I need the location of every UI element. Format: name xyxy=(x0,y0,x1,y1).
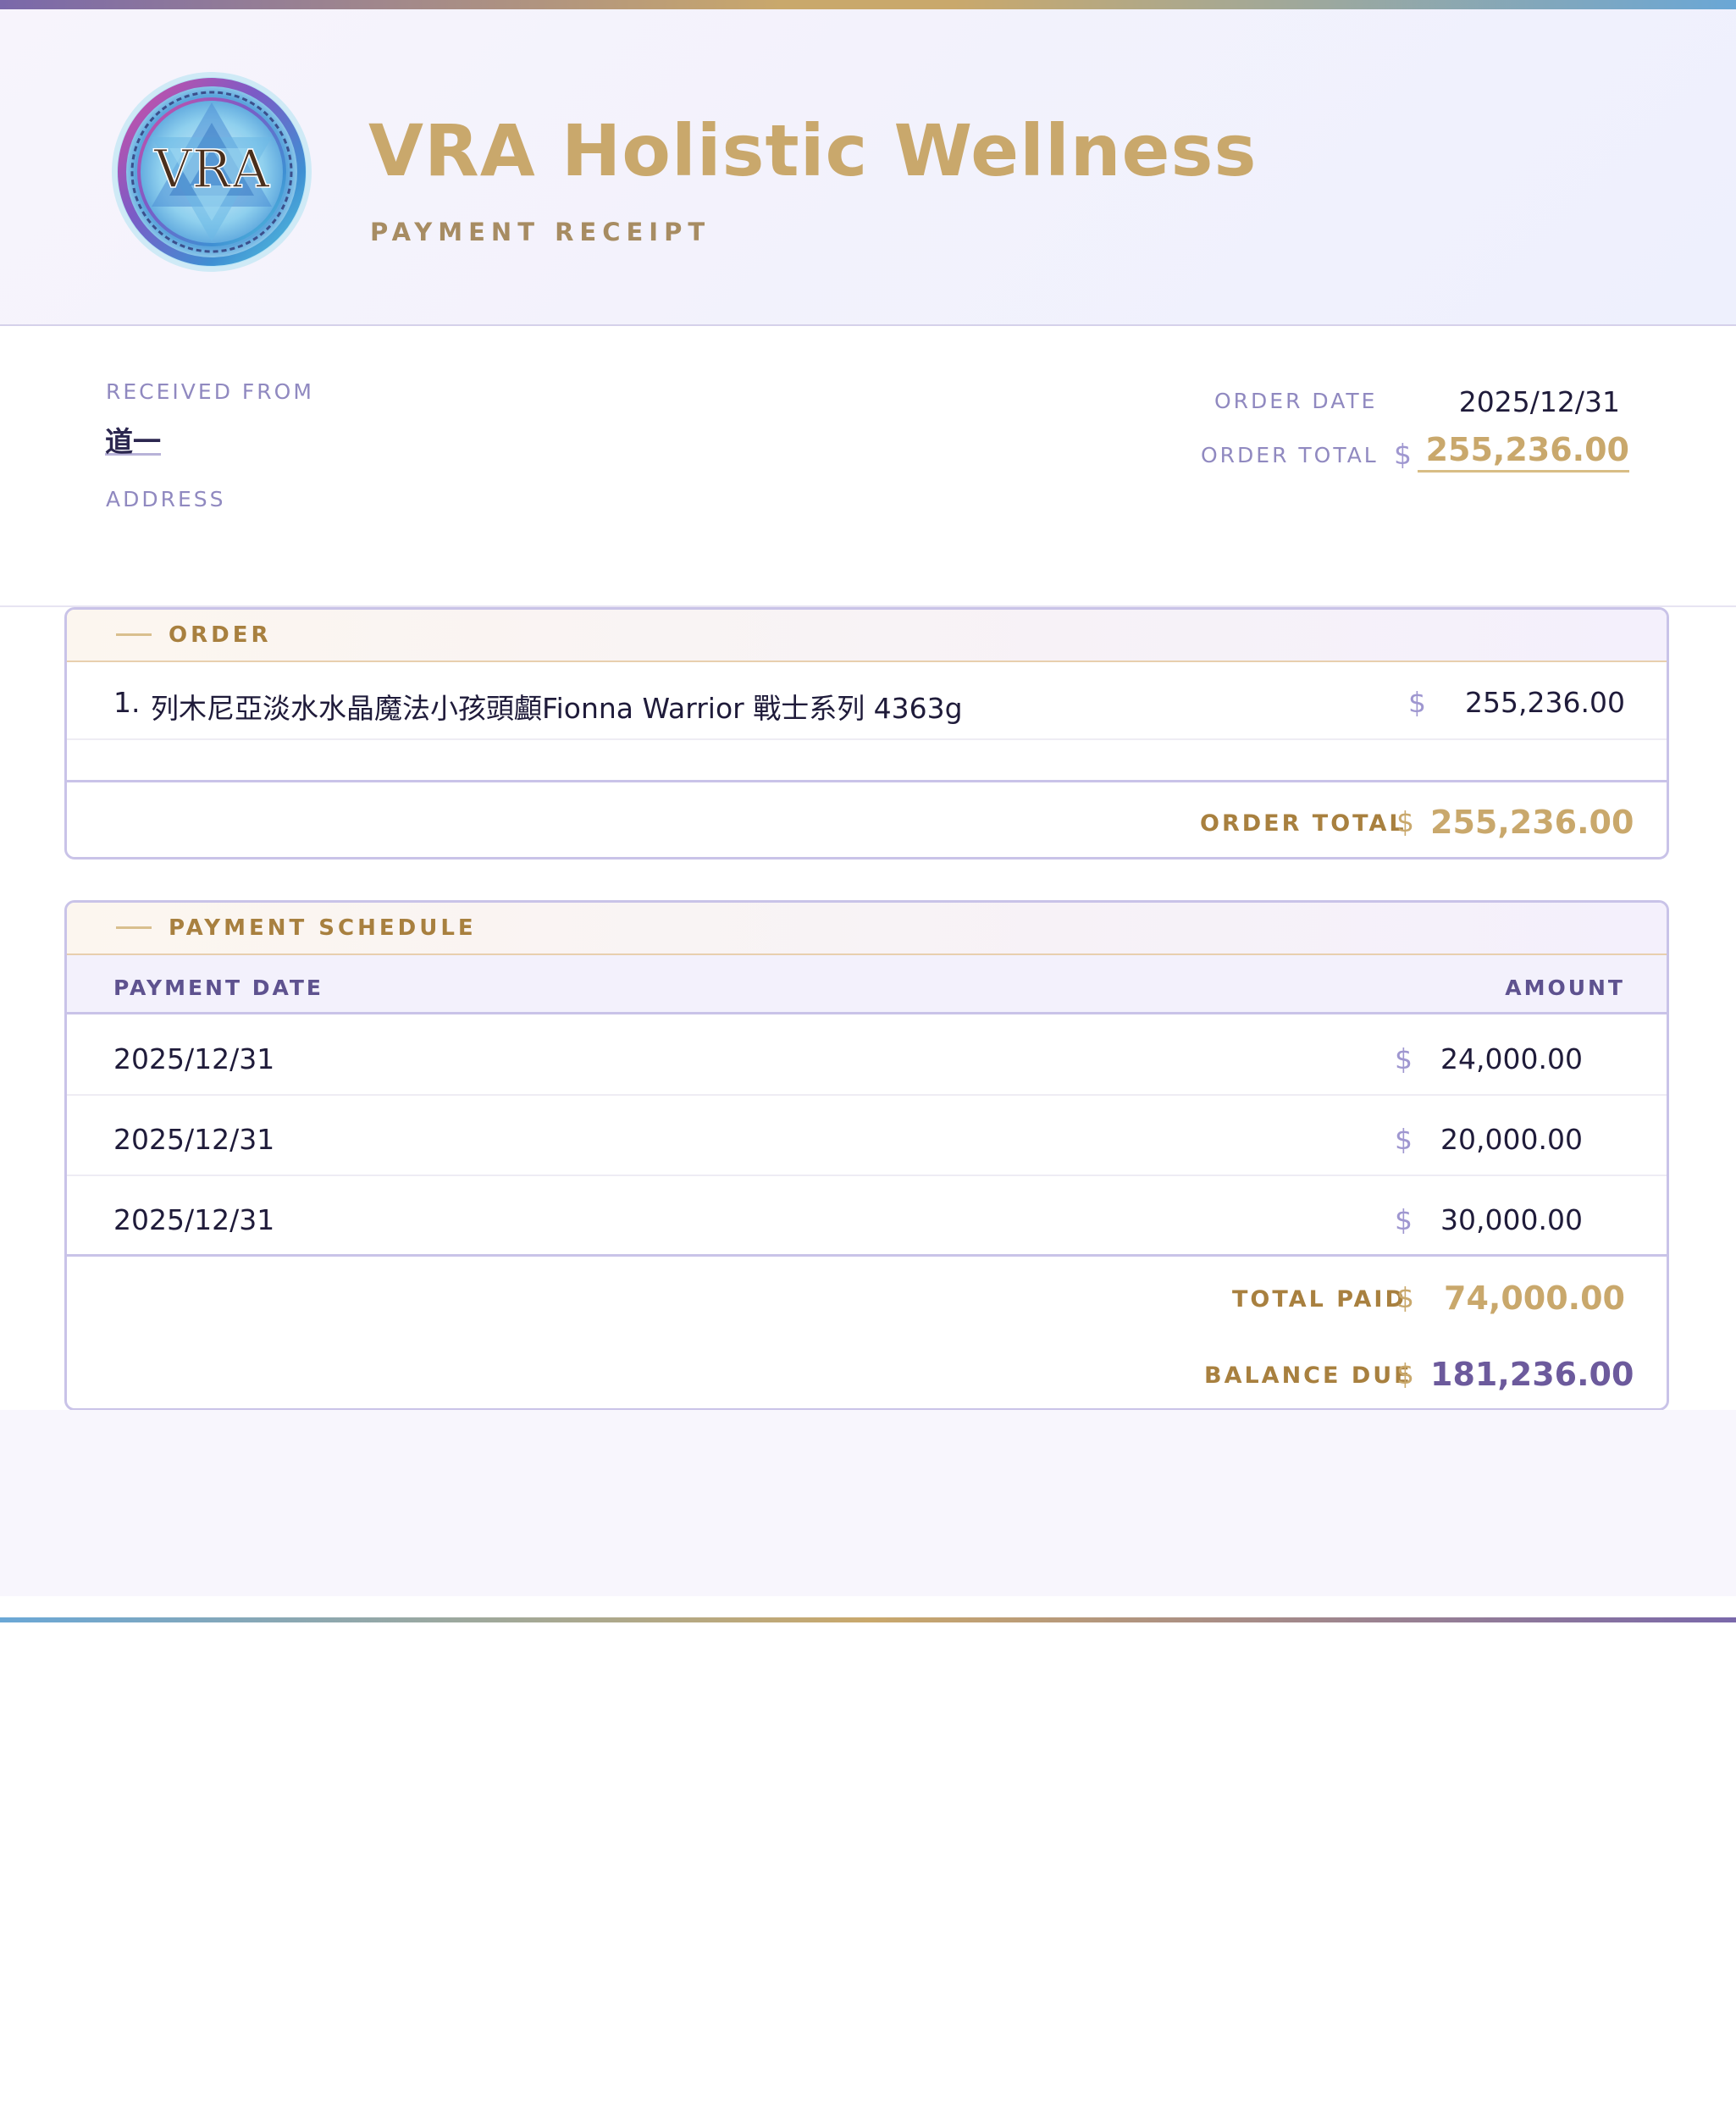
total-paid-label: TOTAL PAID xyxy=(1232,1286,1407,1313)
receipt-header: VRA VRA Holistic Wellness PAYMENT RECEIP… xyxy=(0,9,1736,326)
address-label: ADDRESS xyxy=(106,487,226,511)
currency-symbol: $ xyxy=(1396,1357,1414,1390)
currency-symbol: $ xyxy=(1395,1203,1413,1236)
svg-text:VRA: VRA xyxy=(153,138,270,200)
order-item-description: 列木尼亞淡水水晶魔法小孩頭顱Fionna Warrior 戰士系列 4363g xyxy=(151,692,963,725)
order-date-label: ORDER DATE xyxy=(1214,389,1378,413)
total-paid-row: TOTAL PAID $ 74,000.00 xyxy=(67,1259,1667,1335)
currency-symbol: $ xyxy=(1408,686,1426,719)
bottom-accent-bar xyxy=(0,1617,1736,1622)
schedule-card-header: PAYMENT SCHEDULE xyxy=(67,903,1667,955)
payment-date-header: PAYMENT DATE xyxy=(113,976,324,1000)
top-accent-bar xyxy=(0,0,1736,9)
payment-date: 2025/12/31 xyxy=(113,1042,275,1075)
order-card-title: ORDER xyxy=(169,622,272,648)
order-total-row: ORDER TOTAL $ 255,236.00 xyxy=(67,785,1667,857)
balance-due-label: BALANCE DUE xyxy=(1204,1363,1413,1389)
order-item-amount: 255,236.00 xyxy=(1465,686,1625,719)
receipt-subtitle: PAYMENT RECEIPT xyxy=(370,218,711,246)
balance-due-row: BALANCE DUE $ 181,236.00 xyxy=(67,1335,1667,1408)
payment-schedule-card: PAYMENT SCHEDULE PAYMENT DATE AMOUNT 202… xyxy=(64,900,1669,1411)
vra-logo-icon: VRA xyxy=(112,72,312,272)
received-from-name: 道一 xyxy=(105,425,161,458)
order-card: ORDER 1. 列木尼亞淡水水晶魔法小孩頭顱Fionna Warrior 戰士… xyxy=(64,607,1669,860)
brand-name: VRA Holistic Wellness xyxy=(368,109,1258,192)
footer-band xyxy=(0,1410,1736,1596)
currency-symbol: $ xyxy=(1396,805,1414,838)
schedule-card-title: PAYMENT SCHEDULE xyxy=(169,915,477,941)
order-total-label: ORDER TOTAL xyxy=(1200,810,1407,837)
currency-symbol: $ xyxy=(1394,438,1412,471)
payment-amount: 24,000.00 xyxy=(1440,1042,1583,1075)
payment-date: 2025/12/31 xyxy=(113,1123,275,1156)
payment-amount: 20,000.00 xyxy=(1440,1123,1583,1156)
currency-symbol: $ xyxy=(1395,1123,1413,1156)
order-item-row: 1. 列木尼亞淡水水晶魔法小孩頭顱Fionna Warrior 戰士系列 436… xyxy=(67,662,1667,740)
order-item-index: 1. xyxy=(113,686,141,719)
amount-header: AMOUNT xyxy=(1505,976,1625,1000)
schedule-table-header: PAYMENT DATE AMOUNT xyxy=(67,955,1667,1014)
payment-row: 2025/12/31 $ 24,000.00 xyxy=(67,1017,1667,1096)
order-total-value: 255,236.00 xyxy=(1430,804,1634,841)
currency-symbol: $ xyxy=(1396,1281,1414,1314)
order-spacer-row xyxy=(67,742,1667,782)
payment-amount: 30,000.00 xyxy=(1440,1203,1583,1236)
order-total-value: 255,236.00 xyxy=(1418,431,1629,473)
receipt-info: RECEIVED FROM 道一 ADDRESS ORDER DATE 2025… xyxy=(0,326,1736,607)
payment-row: 2025/12/31 $ 30,000.00 xyxy=(67,1178,1667,1257)
order-date-value: 2025/12/31 xyxy=(1458,385,1620,418)
balance-due-value: 181,236.00 xyxy=(1430,1356,1634,1393)
order-card-header: ORDER xyxy=(67,610,1667,662)
section-dash xyxy=(116,926,152,929)
section-dash xyxy=(116,633,152,636)
currency-symbol: $ xyxy=(1395,1042,1413,1075)
payment-row: 2025/12/31 $ 20,000.00 xyxy=(67,1097,1667,1176)
total-paid-value: 74,000.00 xyxy=(1444,1280,1625,1317)
received-from-label: RECEIVED FROM xyxy=(106,379,314,404)
order-total-label: ORDER TOTAL xyxy=(1201,443,1379,467)
payment-date: 2025/12/31 xyxy=(113,1203,275,1236)
